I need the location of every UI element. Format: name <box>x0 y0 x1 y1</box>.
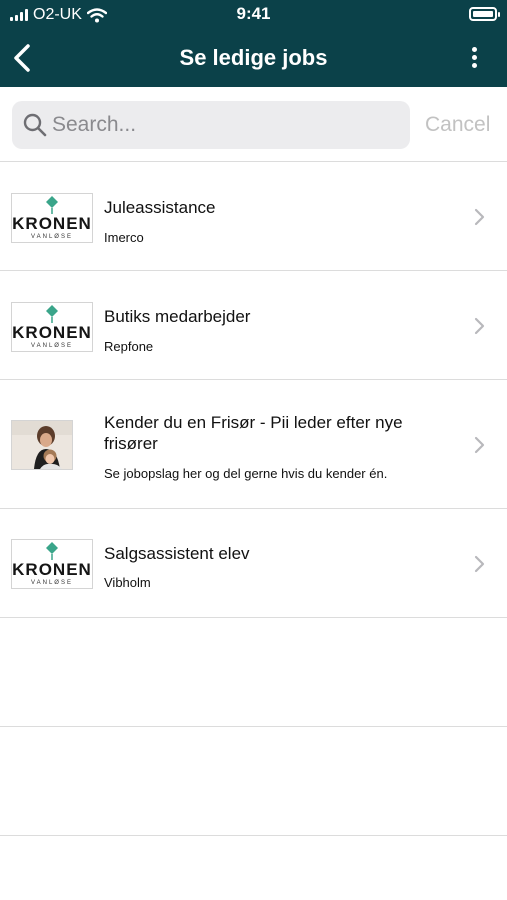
dot-icon <box>471 47 477 52</box>
job-list-item[interactable]: KRONEN VANLØSE Salgsassistent elev Vibho… <box>0 509 507 618</box>
cancel-button[interactable]: Cancel <box>425 113 490 137</box>
job-company: Repfone <box>104 339 154 354</box>
job-company: Imerco <box>104 230 144 245</box>
leaf-icon <box>46 196 58 214</box>
logo-name: KRONEN <box>12 214 92 233</box>
company-logo: KRONEN VANLØSE <box>11 302 93 352</box>
chevron-right-icon <box>474 317 485 335</box>
chevron-right-icon <box>474 555 485 573</box>
company-logo: KRONEN VANLØSE <box>11 539 93 589</box>
search-row: Cancel <box>0 87 507 162</box>
job-title: Kender du en Frisør - Pii leder efter ny… <box>104 413 403 453</box>
job-company: Vibholm <box>104 575 151 590</box>
logo-subtitle: VANLØSE <box>31 580 73 586</box>
empty-list-row <box>0 727 507 836</box>
status-bar: O2-UK 9:41 <box>0 0 507 30</box>
leaf-icon <box>46 542 58 560</box>
hairdresser-photo-icon <box>12 421 72 469</box>
nav-bar: Se ledige jobs <box>0 30 507 87</box>
job-list-item[interactable]: Kender du en Frisør - Pii leder efter ny… <box>0 380 507 509</box>
logo-subtitle: VANLØSE <box>31 343 73 349</box>
search-box[interactable] <box>12 101 410 149</box>
job-title: Salgsassistent elev <box>104 544 250 563</box>
job-description: Se jobopslag her og del gerne hvis du ke… <box>104 466 388 481</box>
logo-name: KRONEN <box>12 323 92 342</box>
page-title: Se ledige jobs <box>179 45 328 70</box>
logo-name: KRONEN <box>12 560 92 579</box>
chevron-right-icon <box>474 208 485 226</box>
app-header: O2-UK 9:41 Se ledige jobs <box>0 0 507 87</box>
more-options-button[interactable] <box>467 44 481 74</box>
leaf-icon <box>46 305 58 323</box>
company-logo: KRONEN VANLØSE <box>11 193 93 243</box>
job-photo <box>11 420 73 470</box>
job-list: KRONEN VANLØSE Juleassistance Imerco KRO… <box>0 162 507 836</box>
dot-icon <box>471 63 477 68</box>
logo-subtitle: VANLØSE <box>31 234 73 240</box>
chevron-right-icon <box>474 436 485 454</box>
job-title: Juleassistance <box>104 198 216 217</box>
empty-list-row <box>0 618 507 727</box>
job-title: Butiks medarbejder <box>104 307 251 326</box>
job-list-item[interactable]: KRONEN VANLØSE Juleassistance Imerco <box>0 162 507 271</box>
search-input[interactable] <box>52 101 402 149</box>
status-time: 9:41 <box>236 4 271 23</box>
dot-icon <box>471 55 477 60</box>
job-list-item[interactable]: KRONEN VANLØSE Butiks medarbejder Repfon… <box>0 271 507 380</box>
battery-icon <box>469 7 500 21</box>
search-icon <box>23 113 47 137</box>
